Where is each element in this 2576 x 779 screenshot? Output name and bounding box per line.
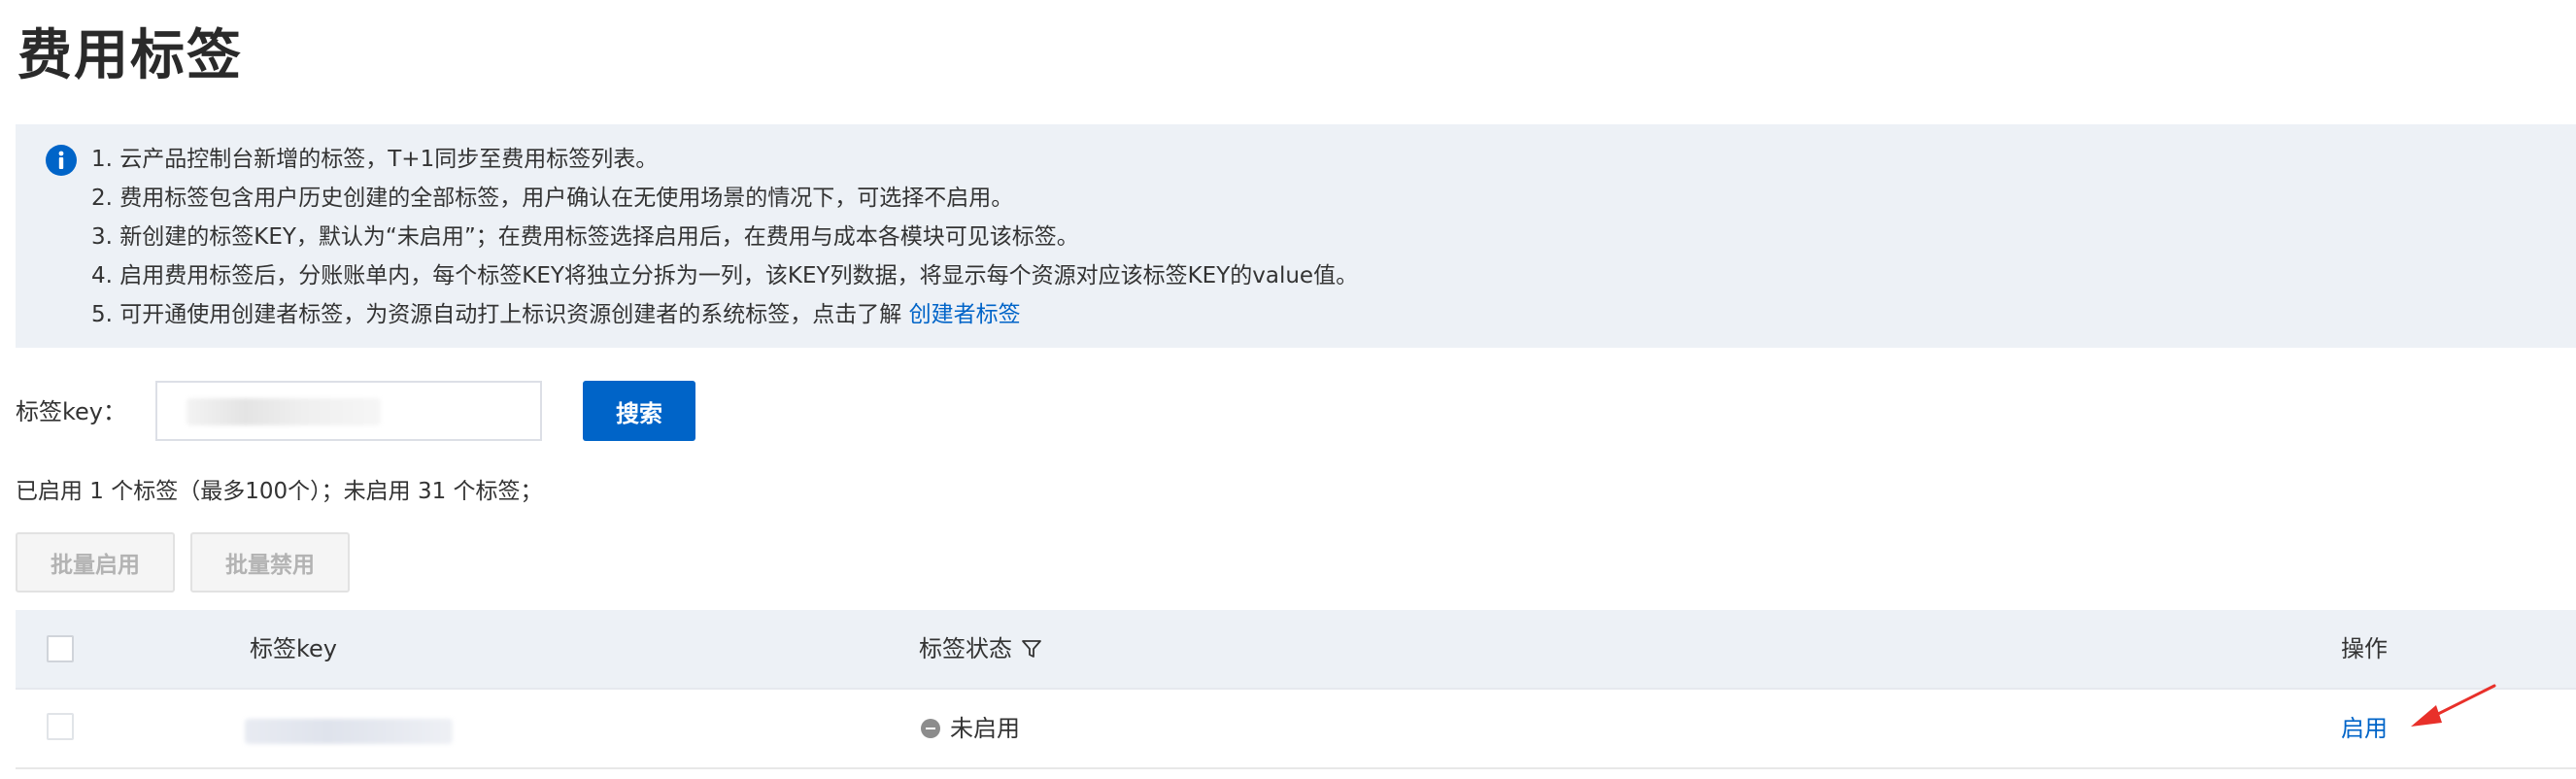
annotation-arrow-icon: [2411, 684, 2496, 727]
header-tag-status-label: 标签状态: [919, 635, 1012, 662]
disabled-status-icon: [921, 719, 940, 738]
page-title: 费用标签: [17, 24, 243, 87]
creator-tag-link[interactable]: 创建者标签: [909, 302, 1021, 327]
notice-line-1: 1. 云产品控制台新增的标签，T+1同步至费用标签列表。: [91, 147, 659, 172]
tag-summary: 已启用 1 个标签（最多100个）；未启用 31 个标签；: [16, 479, 543, 504]
batch-disable-button[interactable]: 批量禁用: [190, 532, 350, 593]
table-row: 未启用 启用: [16, 690, 2576, 769]
notice-line-2: 2. 费用标签包含用户历史创建的全部标签，用户确认在无使用场景的情况下，可选择不…: [91, 186, 1014, 211]
header-operation: 操作: [2341, 635, 2388, 662]
notice-line-4: 4. 启用费用标签后，分账账单内，每个标签KEY将独立分拆为一列，该KEY列数据…: [91, 263, 1359, 288]
table-header: 标签key 标签状态 操作: [16, 610, 2576, 690]
info-notice: 1. 云产品控制台新增的标签，T+1同步至费用标签列表。 2. 费用标签包含用户…: [16, 124, 2576, 348]
batch-enable-button[interactable]: 批量启用: [16, 532, 175, 593]
search-label: 标签key：: [16, 398, 127, 425]
tag-status-label: 未启用: [950, 715, 1020, 742]
cost-tags-page: 费用标签 1. 云产品控制台新增的标签，T+1同步至费用标签列表。 2. 费用标…: [0, 0, 2576, 779]
info-circle-icon: [46, 145, 77, 176]
notice-line-5: 5. 可开通使用创建者标签，为资源自动打上标识资源创建者的系统标签，点击了解 创…: [91, 295, 1358, 334]
redacted-tag-key: [245, 719, 453, 744]
tag-status: 未启用: [921, 709, 1020, 748]
notice-line-3: 3. 新创建的标签KEY，默认为“未启用”；在费用标签选择启用后，在费用与成本各…: [91, 224, 1079, 250]
enable-link[interactable]: 启用: [2341, 709, 2388, 748]
header-tag-key: 标签key: [250, 635, 338, 662]
select-all-checkbox[interactable]: [47, 635, 74, 662]
search-button[interactable]: 搜索: [583, 381, 695, 441]
redacted-input-value: [186, 398, 381, 425]
filter-icon[interactable]: [1020, 637, 1043, 660]
row-checkbox[interactable]: [47, 713, 74, 740]
search-input[interactable]: [155, 381, 542, 441]
notice-line-5-text: 5. 可开通使用创建者标签，为资源自动打上标识资源创建者的系统标签，点击了解: [91, 302, 909, 327]
header-tag-status: 标签状态: [919, 629, 1043, 668]
